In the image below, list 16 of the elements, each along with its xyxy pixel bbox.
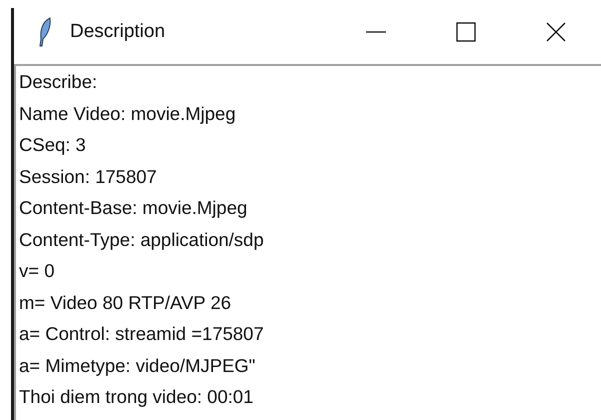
- text-line: Describe:: [19, 70, 98, 94]
- text-line: v= 0: [19, 259, 56, 283]
- text-line: Thoi diem trong video: 00:01: [19, 385, 254, 409]
- window-title: Description: [70, 21, 166, 43]
- text-line: CSeq: 3: [19, 133, 87, 157]
- text-line: a= Mimetype: video/MJPEG": [19, 354, 256, 378]
- text-area[interactable]: [14, 64, 601, 420]
- text-line: Name Video: movie.Mjpeg: [19, 102, 237, 126]
- close-icon[interactable]: [546, 22, 566, 42]
- text-line: Session: 175807: [19, 164, 158, 188]
- maximize-icon[interactable]: [456, 22, 476, 42]
- text-line: a= Control: streamid =175807: [19, 322, 265, 346]
- feather-icon: [38, 17, 52, 47]
- text-line: Content-Type: application/sdp: [19, 228, 265, 252]
- text-line: Content-Base: movie.Mjpeg: [19, 196, 248, 220]
- text-line: m= Video 80 RTP/AVP 26: [19, 290, 232, 314]
